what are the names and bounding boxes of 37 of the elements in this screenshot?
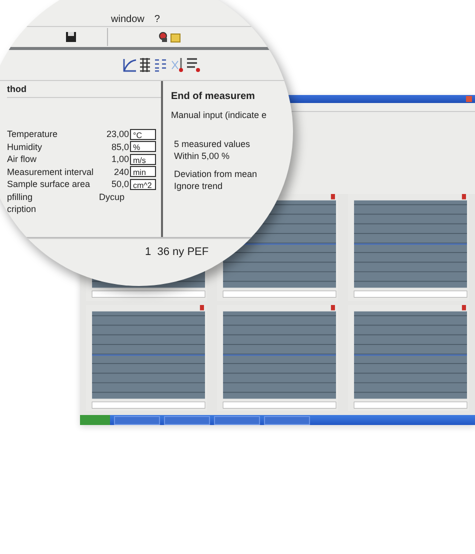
tools-icon[interactable] xyxy=(158,31,182,43)
panel-subtitle: Manual input (indicate e xyxy=(171,110,268,120)
setting-text: Ignore trend xyxy=(174,180,224,192)
menu-item[interactable]: ? xyxy=(154,14,160,24)
panel-title: End of measurem xyxy=(171,91,256,102)
taskbar-item[interactable] xyxy=(114,416,160,424)
field-label: Sample surface area xyxy=(7,179,92,190)
setting-text: Deviation from mean xyxy=(174,168,258,180)
save-icon[interactable] xyxy=(65,31,77,43)
field-value: 240 xyxy=(112,166,130,177)
unit-field[interactable]: °C xyxy=(130,128,156,140)
field-value: 1,00 xyxy=(110,154,130,164)
start-button[interactable] xyxy=(80,415,110,425)
taskbar-item[interactable] xyxy=(264,416,310,424)
setting-text: 5 measured values xyxy=(174,138,252,150)
unit-field[interactable]: cm^2 xyxy=(130,178,156,190)
unit-field[interactable]: % xyxy=(130,141,156,152)
chart-tools-icon[interactable] xyxy=(121,57,203,73)
taskbar-item[interactable] xyxy=(214,416,260,424)
unit-field[interactable]: m/s xyxy=(130,154,156,165)
unit-field[interactable]: min xyxy=(130,166,156,178)
field-label: cription xyxy=(7,204,38,214)
field-label: Temperature xyxy=(7,129,59,140)
field-label: pfilling xyxy=(7,192,34,202)
panel-title: thod xyxy=(7,81,161,98)
field-label: Air flow xyxy=(7,154,38,164)
menu-item[interactable]: window xyxy=(111,14,144,24)
close-icon[interactable] xyxy=(466,96,472,102)
field-label: Humidity xyxy=(7,142,44,152)
field-label: Measurement interval xyxy=(7,166,95,177)
field-value: 50,0 xyxy=(110,179,130,190)
field-value: Dycup xyxy=(99,192,125,202)
field-value: 23,00 xyxy=(105,129,130,140)
status-text: 1 36 ny PEF xyxy=(145,246,209,258)
taskbar-item[interactable] xyxy=(164,416,210,424)
setting-text: Within 5,00 % xyxy=(174,150,231,162)
field-value: 85,0 xyxy=(110,142,130,152)
